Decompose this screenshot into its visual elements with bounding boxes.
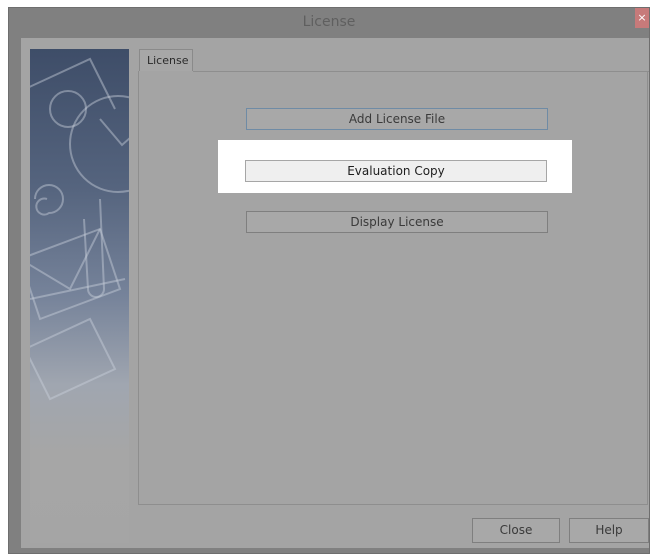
window-close-button[interactable]: × [635, 8, 649, 28]
window-title: License [302, 14, 356, 30]
close-icon: × [637, 11, 647, 24]
license-tab-panel [138, 71, 648, 505]
help-button[interactable]: Help [569, 518, 649, 543]
evaluation-copy-button[interactable]: Evaluation Copy [245, 160, 547, 182]
dialog-client-area: License Add License File Display License… [21, 38, 649, 548]
tab-license[interactable]: License [139, 49, 193, 71]
evaluation-copy-highlight: Evaluation Copy [218, 140, 572, 193]
add-license-file-button[interactable]: Add License File [246, 108, 548, 130]
decorative-side-banner [30, 49, 129, 543]
license-dialog: License × License Add License File Displ… [8, 7, 650, 554]
close-button[interactable]: Close [472, 518, 560, 543]
title-bar: License × [9, 8, 649, 38]
banner-artwork-icon [30, 57, 129, 401]
display-license-button[interactable]: Display License [246, 211, 548, 233]
